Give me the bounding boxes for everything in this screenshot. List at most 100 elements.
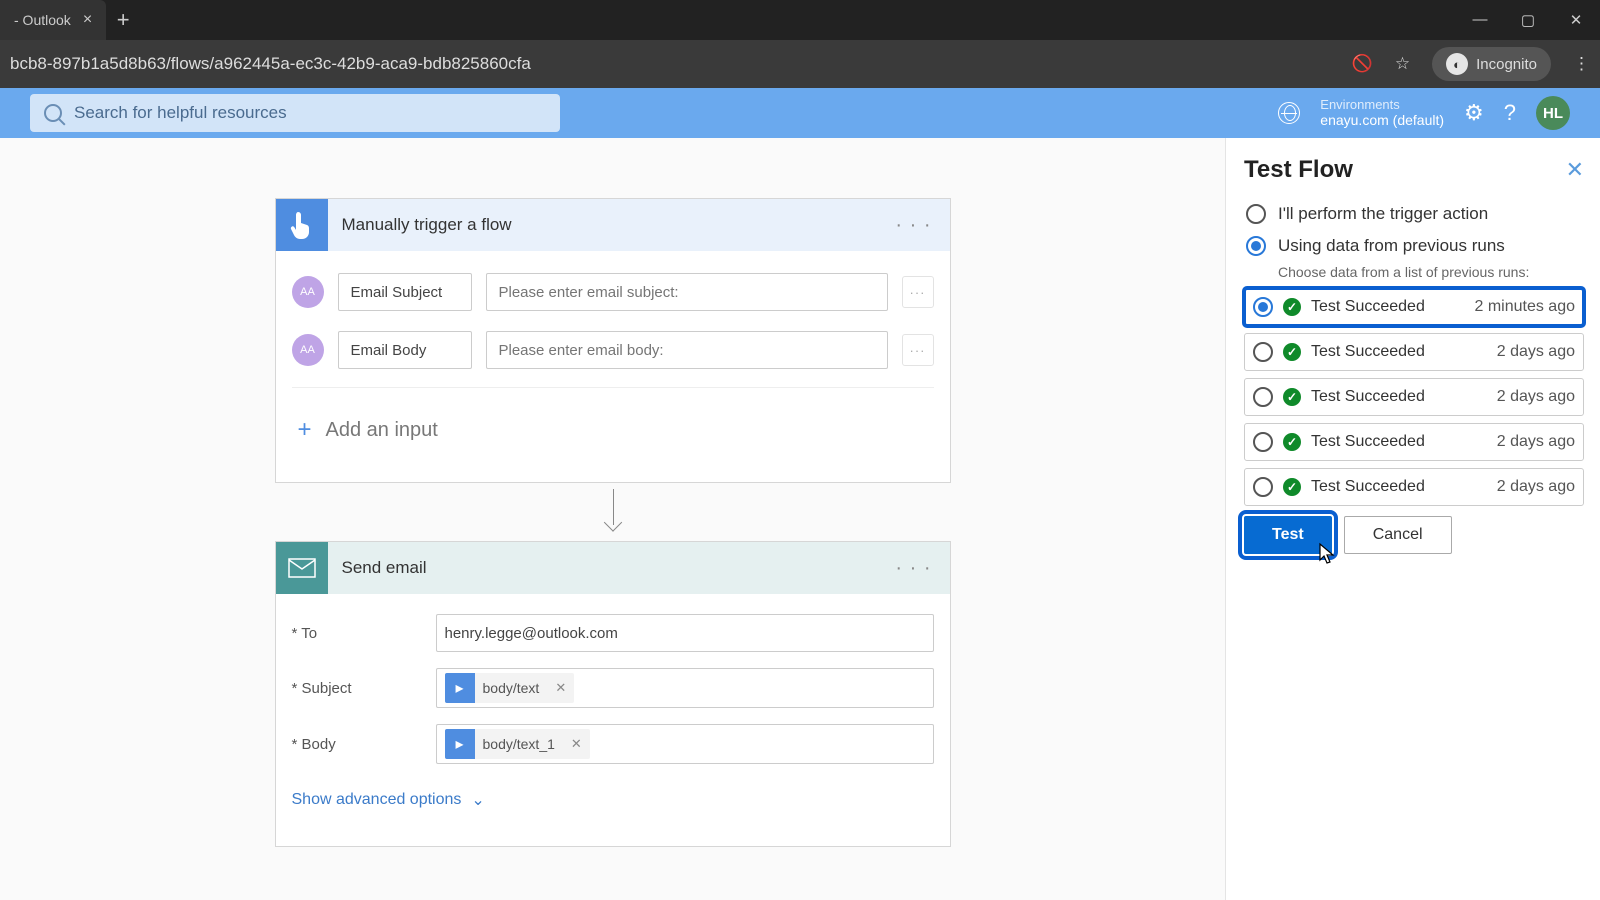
trigger-title: Manually trigger a flow (328, 215, 878, 235)
success-check-icon: ✓ (1283, 478, 1301, 496)
option-previous-runs[interactable]: Using data from previous runs (1244, 230, 1584, 262)
token-icon: ▸ (445, 729, 475, 759)
chevron-down-icon: ⌄ (471, 790, 484, 810)
radio-icon (1253, 387, 1273, 407)
trigger-card: Manually trigger a flow · · · AA Email S… (275, 198, 951, 483)
search-icon (44, 104, 62, 122)
divider (292, 387, 934, 388)
search-placeholder: Search for helpful resources (74, 103, 287, 123)
search-input[interactable]: Search for helpful resources (30, 94, 560, 132)
add-input-button[interactable]: + Add an input (292, 396, 934, 470)
previous-run-item[interactable]: ✓ Test Succeeded 2 days ago (1244, 423, 1584, 461)
trigger-input-row: AA Email Body ··· (292, 321, 934, 379)
connector-arrow-icon (598, 489, 628, 535)
run-time: 2 days ago (1497, 388, 1575, 406)
radio-icon (1253, 342, 1273, 362)
param-value-input[interactable] (486, 273, 888, 311)
new-tab-button[interactable]: + (106, 7, 140, 33)
run-status: Test Succeeded (1311, 478, 1425, 496)
test-flow-panel: Test Flow ✕ I'll perform the trigger act… (1225, 138, 1600, 900)
success-check-icon: ✓ (1283, 298, 1301, 316)
run-status: Test Succeeded (1311, 343, 1425, 361)
run-status: Test Succeeded (1311, 388, 1425, 406)
incognito-badge[interactable]: ◐ Incognito (1432, 47, 1551, 81)
window-controls: — ▢ ✕ (1456, 11, 1600, 29)
radio-icon (1253, 297, 1273, 317)
star-icon[interactable]: ☆ (1395, 54, 1410, 74)
close-panel-icon[interactable]: ✕ (1566, 157, 1584, 183)
run-status: Test Succeeded (1311, 433, 1425, 451)
param-label[interactable]: Email Body (338, 331, 472, 369)
url-bar: bcb8-897b1a5d8b63/flows/a962445a-ec3c-42… (0, 40, 1600, 88)
minimize-icon[interactable]: — (1456, 11, 1504, 29)
plus-icon: + (298, 416, 312, 444)
radio-icon (1253, 477, 1273, 497)
row-menu-icon[interactable]: ··· (902, 334, 934, 366)
to-input[interactable]: henry.legge@outlook.com (436, 614, 934, 652)
subject-input[interactable]: ▸ body/text ✕ (436, 668, 934, 708)
action-title: Send email (328, 558, 878, 578)
previous-run-item[interactable]: ✓ Test Succeeded 2 days ago (1244, 468, 1584, 506)
param-value-input[interactable] (486, 331, 888, 369)
url-text[interactable]: bcb8-897b1a5d8b63/flows/a962445a-ec3c-42… (10, 54, 1352, 74)
dynamic-token[interactable]: ▸ body/text ✕ (445, 673, 575, 703)
cursor-icon (1318, 542, 1338, 566)
param-label[interactable]: Email Subject (338, 273, 472, 311)
show-advanced-button[interactable]: Show advanced options ⌄ (292, 772, 934, 834)
maximize-icon[interactable]: ▢ (1504, 11, 1552, 29)
browser-menu-icon[interactable]: ⋮ (1573, 54, 1590, 74)
run-time: 2 days ago (1497, 478, 1575, 496)
radio-icon (1246, 236, 1266, 256)
action-menu-icon[interactable]: · · · (877, 557, 949, 580)
token-remove-icon[interactable]: ✕ (563, 736, 590, 752)
close-tab-icon[interactable]: × (83, 11, 92, 29)
run-time: 2 minutes ago (1474, 298, 1575, 316)
body-input[interactable]: ▸ body/text_1 ✕ (436, 724, 934, 764)
mail-icon (276, 542, 328, 594)
field-label-subject: * Subject (292, 680, 436, 697)
success-check-icon: ✓ (1283, 343, 1301, 361)
run-time: 2 days ago (1497, 343, 1575, 361)
success-check-icon: ✓ (1283, 433, 1301, 451)
trigger-menu-icon[interactable]: · · · (877, 214, 949, 237)
gear-icon[interactable]: ⚙ (1464, 100, 1484, 126)
row-menu-icon[interactable]: ··· (902, 276, 934, 308)
command-bar: Search for helpful resources Environment… (0, 88, 1600, 138)
text-param-icon: AA (292, 334, 324, 366)
text-param-icon: AA (292, 276, 324, 308)
close-window-icon[interactable]: ✕ (1552, 11, 1600, 29)
success-check-icon: ✓ (1283, 388, 1301, 406)
action-card: Send email · · · * To henry.legge@outloo… (275, 541, 951, 847)
panel-title: Test Flow (1244, 156, 1353, 184)
previous-run-item[interactable]: ✓ Test Succeeded 2 minutes ago (1244, 288, 1584, 326)
trigger-input-row: AA Email Subject ··· (292, 263, 934, 321)
tab-title: - Outlook (14, 12, 71, 28)
eye-off-icon[interactable]: 🚫 (1352, 54, 1373, 74)
previous-run-item[interactable]: ✓ Test Succeeded 2 days ago (1244, 333, 1584, 371)
test-button[interactable]: Test (1244, 516, 1332, 554)
environment-picker[interactable]: Environments enayu.com (default) (1320, 97, 1444, 129)
radio-icon (1253, 432, 1273, 452)
previous-runs-hint: Choose data from a list of previous runs… (1278, 264, 1584, 280)
incognito-icon: ◐ (1446, 53, 1468, 75)
browser-tab[interactable]: - Outlook × (0, 0, 106, 40)
option-manual[interactable]: I'll perform the trigger action (1244, 198, 1584, 230)
action-header[interactable]: Send email · · · (276, 542, 950, 594)
token-remove-icon[interactable]: ✕ (547, 680, 574, 696)
flow-canvas: Manually trigger a flow · · · AA Email S… (0, 138, 1225, 900)
help-icon[interactable]: ? (1504, 100, 1516, 126)
dynamic-token[interactable]: ▸ body/text_1 ✕ (445, 729, 590, 759)
run-status: Test Succeeded (1311, 298, 1425, 316)
radio-icon (1246, 204, 1266, 224)
cancel-button[interactable]: Cancel (1344, 516, 1452, 554)
token-icon: ▸ (445, 673, 475, 703)
globe-icon (1278, 102, 1300, 124)
avatar[interactable]: HL (1536, 96, 1570, 130)
field-label-body: * Body (292, 736, 436, 753)
previous-run-item[interactable]: ✓ Test Succeeded 2 days ago (1244, 378, 1584, 416)
browser-titlebar: - Outlook × + — ▢ ✕ (0, 0, 1600, 40)
trigger-header[interactable]: Manually trigger a flow · · · (276, 199, 950, 251)
touch-icon (276, 199, 328, 251)
field-label-to: * To (292, 625, 436, 642)
run-time: 2 days ago (1497, 433, 1575, 451)
